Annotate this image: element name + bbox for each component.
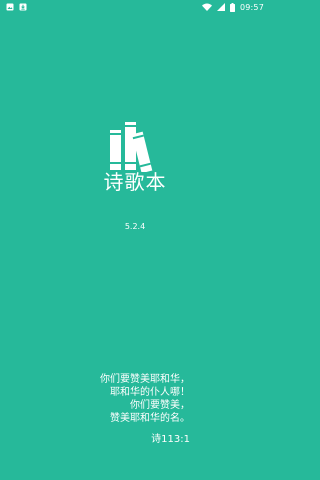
wifi-icon (201, 3, 212, 11)
download-notification-icon (19, 3, 27, 11)
signal-icon (216, 3, 225, 11)
status-bar-right: 09:57 (201, 2, 264, 12)
battery-icon (229, 2, 235, 12)
image-notification-icon (6, 3, 14, 11)
verse-line: 赞美耶和华的名。 (110, 413, 190, 424)
verse-line: 你们要赞美耶和华， (100, 374, 190, 385)
verse-text: 你们要赞美耶和华， 耶和华的仆人哪！ 你们要赞美， 赞美耶和华的名。 (100, 373, 190, 425)
verse-line: 耶和华的仆人哪！ (110, 387, 190, 398)
status-bar-left (6, 3, 27, 11)
status-bar: 09:57 (0, 0, 270, 14)
verse-reference: 诗113:1 (151, 434, 190, 445)
app-version: 5.2.4 (124, 222, 146, 231)
verse-line: 你们要赞美， (130, 400, 190, 411)
books-icon (110, 122, 153, 172)
status-time: 09:57 (239, 2, 264, 12)
app-title: 诗歌本 (103, 170, 167, 194)
